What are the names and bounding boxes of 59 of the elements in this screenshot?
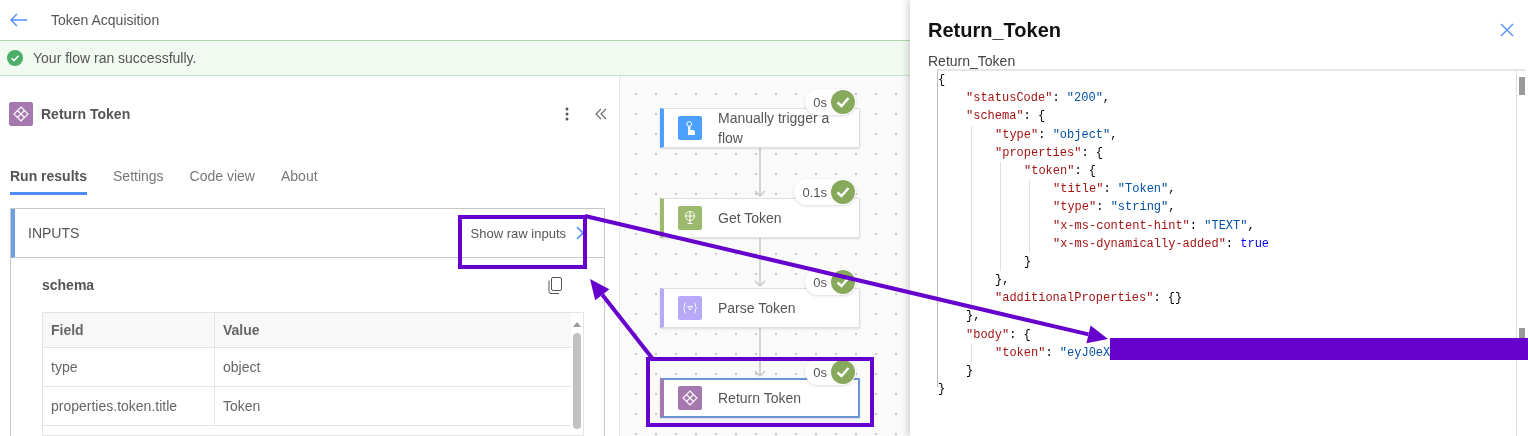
code-line: "token": { — [1024, 162, 1097, 180]
field-name: schema — [42, 277, 95, 293]
section-heading: INPUTS — [28, 225, 80, 241]
code-line: "body": { — [966, 326, 1031, 344]
step-icon — [678, 386, 702, 410]
code-line: "additionalProperties": {} — [995, 290, 1183, 308]
step-card[interactable]: Parse Token — [660, 288, 860, 328]
code-line: } — [966, 363, 974, 380]
status-message: Your flow ran successfully. — [33, 50, 197, 66]
raw-inputs-link[interactable]: Show raw inputs — [470, 225, 584, 241]
code-line: { — [938, 72, 946, 89]
duration-badge: 0s — [805, 89, 856, 115]
step-card[interactable]: Manually trigger a flow — [660, 108, 860, 148]
panel-title: Return_Token — [928, 18, 1061, 42]
more-icon[interactable] — [565, 107, 569, 121]
code-line: "x-ms-dynamically-added": true — [1053, 235, 1270, 253]
flow-title: Token Acquisition — [51, 12, 160, 28]
code-line: "properties": { — [995, 144, 1104, 162]
panel-subtitle: Return_Token — [928, 53, 1017, 69]
tab[interactable]: Code view — [189, 163, 255, 195]
code-line: "token": "eyJ0eX — [995, 344, 1111, 362]
table-cell-text: Token — [222, 397, 261, 416]
code-line: }, — [995, 272, 1010, 290]
connector-arrow — [753, 238, 767, 288]
step-icon — [678, 206, 702, 230]
code-line: "schema": { — [966, 108, 1046, 126]
step-title: Parse Token — [718, 299, 797, 318]
step-card[interactable]: Get Token — [660, 198, 860, 238]
code-line: "type": "string", — [1053, 199, 1176, 217]
code-line: "title": "Token", — [1053, 181, 1176, 199]
collapse-icon[interactable] — [595, 108, 607, 120]
code-line: "type": "object", — [995, 126, 1118, 144]
code-line: }, — [966, 308, 981, 326]
step-icon — [678, 296, 702, 320]
code-line: } — [1024, 253, 1032, 271]
table-cell: properties.token.title — [43, 387, 215, 425]
column-header: Field — [43, 313, 215, 347]
column-header: Value — [222, 321, 260, 340]
connector-arrow — [753, 328, 767, 378]
step-icon — [678, 116, 702, 140]
connector-arrow — [753, 148, 767, 198]
code-line: } — [938, 381, 946, 399]
tab[interactable]: Settings — [113, 163, 164, 195]
close-icon[interactable] — [1500, 23, 1514, 37]
chevron-icon — [576, 226, 584, 240]
tab[interactable]: Run results — [10, 163, 87, 195]
duration-badge: 0.1s — [794, 179, 856, 205]
action-title: Return Token — [41, 106, 131, 122]
copy-icon[interactable] — [548, 276, 562, 294]
step-title: Return Token — [718, 389, 802, 408]
code-line: "x-ms-content-hint": "TEXT", — [1053, 217, 1255, 235]
code-line: "statusCode": "200", — [966, 90, 1111, 108]
action-icon — [9, 102, 33, 126]
table-cell-text: object — [222, 358, 261, 377]
step-title: Get Token — [718, 209, 783, 228]
back-icon[interactable] — [10, 13, 28, 27]
step-card[interactable]: Return Token — [660, 378, 860, 418]
table-cell: type — [43, 348, 215, 386]
tab[interactable]: About — [281, 163, 318, 195]
